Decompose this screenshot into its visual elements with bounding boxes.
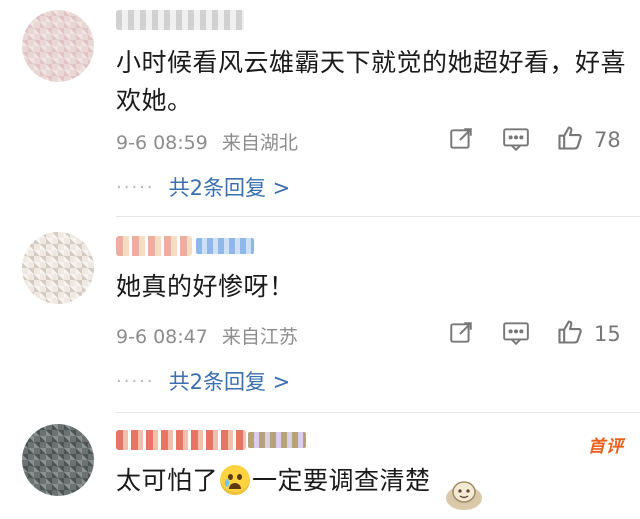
- comment-meta: 9-6 08:47 来自江苏: [116, 322, 306, 349]
- user-badge: [248, 432, 306, 448]
- comment-item: 首评 太可怕了 一定要调查清楚: [0, 412, 640, 519]
- comment-text: 小时候看风云雄霸天下就觉的她超好看，好喜欢她。: [116, 48, 627, 115]
- user-badge: [196, 238, 254, 254]
- comment-location: 来自江苏: [221, 326, 298, 348]
- comment-text-part: 太可怕了: [116, 466, 219, 495]
- comment-time: 9-6 08:47: [116, 326, 208, 348]
- avatar[interactable]: [22, 232, 94, 304]
- share-icon[interactable]: [448, 320, 474, 350]
- avatar[interactable]: [22, 10, 94, 82]
- replies-label: 共2条回复 >: [168, 176, 291, 200]
- view-replies-link[interactable]: ····· 共2条回复 >: [116, 172, 290, 202]
- ellipsis-icon: ·····: [116, 370, 155, 392]
- comment-icon[interactable]: [502, 320, 530, 350]
- view-replies-link[interactable]: ····· 共2条回复 >: [116, 366, 290, 396]
- pendant-sticker-icon: [446, 481, 482, 510]
- username-pixelated[interactable]: [116, 10, 244, 30]
- comment-icon[interactable]: [502, 126, 530, 156]
- comment-text-part: 一定要调查清楚: [252, 466, 431, 495]
- crying-face-emoji-icon: [220, 465, 251, 495]
- comment-location: 来自湖北: [221, 132, 298, 154]
- comment-text: 她真的好惨呀！: [116, 272, 295, 301]
- comment-text: 太可怕了 一定要调查清楚: [116, 462, 626, 500]
- comment-item: 她真的好惨呀！ 9-6 08:47 来自江苏 15 ····· 共2条回复 >: [0, 216, 640, 416]
- comment-time: 9-6 08:59: [116, 132, 208, 154]
- share-icon[interactable]: [448, 126, 474, 156]
- comment-item: 小时候看风云雄霸天下就觉的她超好看，好喜欢她。 9-6 08:59 来自湖北 7…: [0, 0, 640, 215]
- avatar[interactable]: [22, 424, 94, 496]
- username-pixelated[interactable]: [116, 236, 192, 256]
- thumbs-up-icon[interactable]: [556, 318, 584, 350]
- like-count: 78: [594, 128, 621, 152]
- like-count: 15: [594, 322, 621, 346]
- replies-label: 共2条回复 >: [168, 370, 291, 394]
- first-comment-badge: 首评: [588, 437, 624, 457]
- username-pixelated[interactable]: [116, 430, 246, 450]
- ellipsis-icon: ·····: [116, 176, 155, 198]
- thumbs-up-icon[interactable]: [556, 124, 584, 156]
- comment-meta: 9-6 08:59 来自湖北: [116, 128, 306, 155]
